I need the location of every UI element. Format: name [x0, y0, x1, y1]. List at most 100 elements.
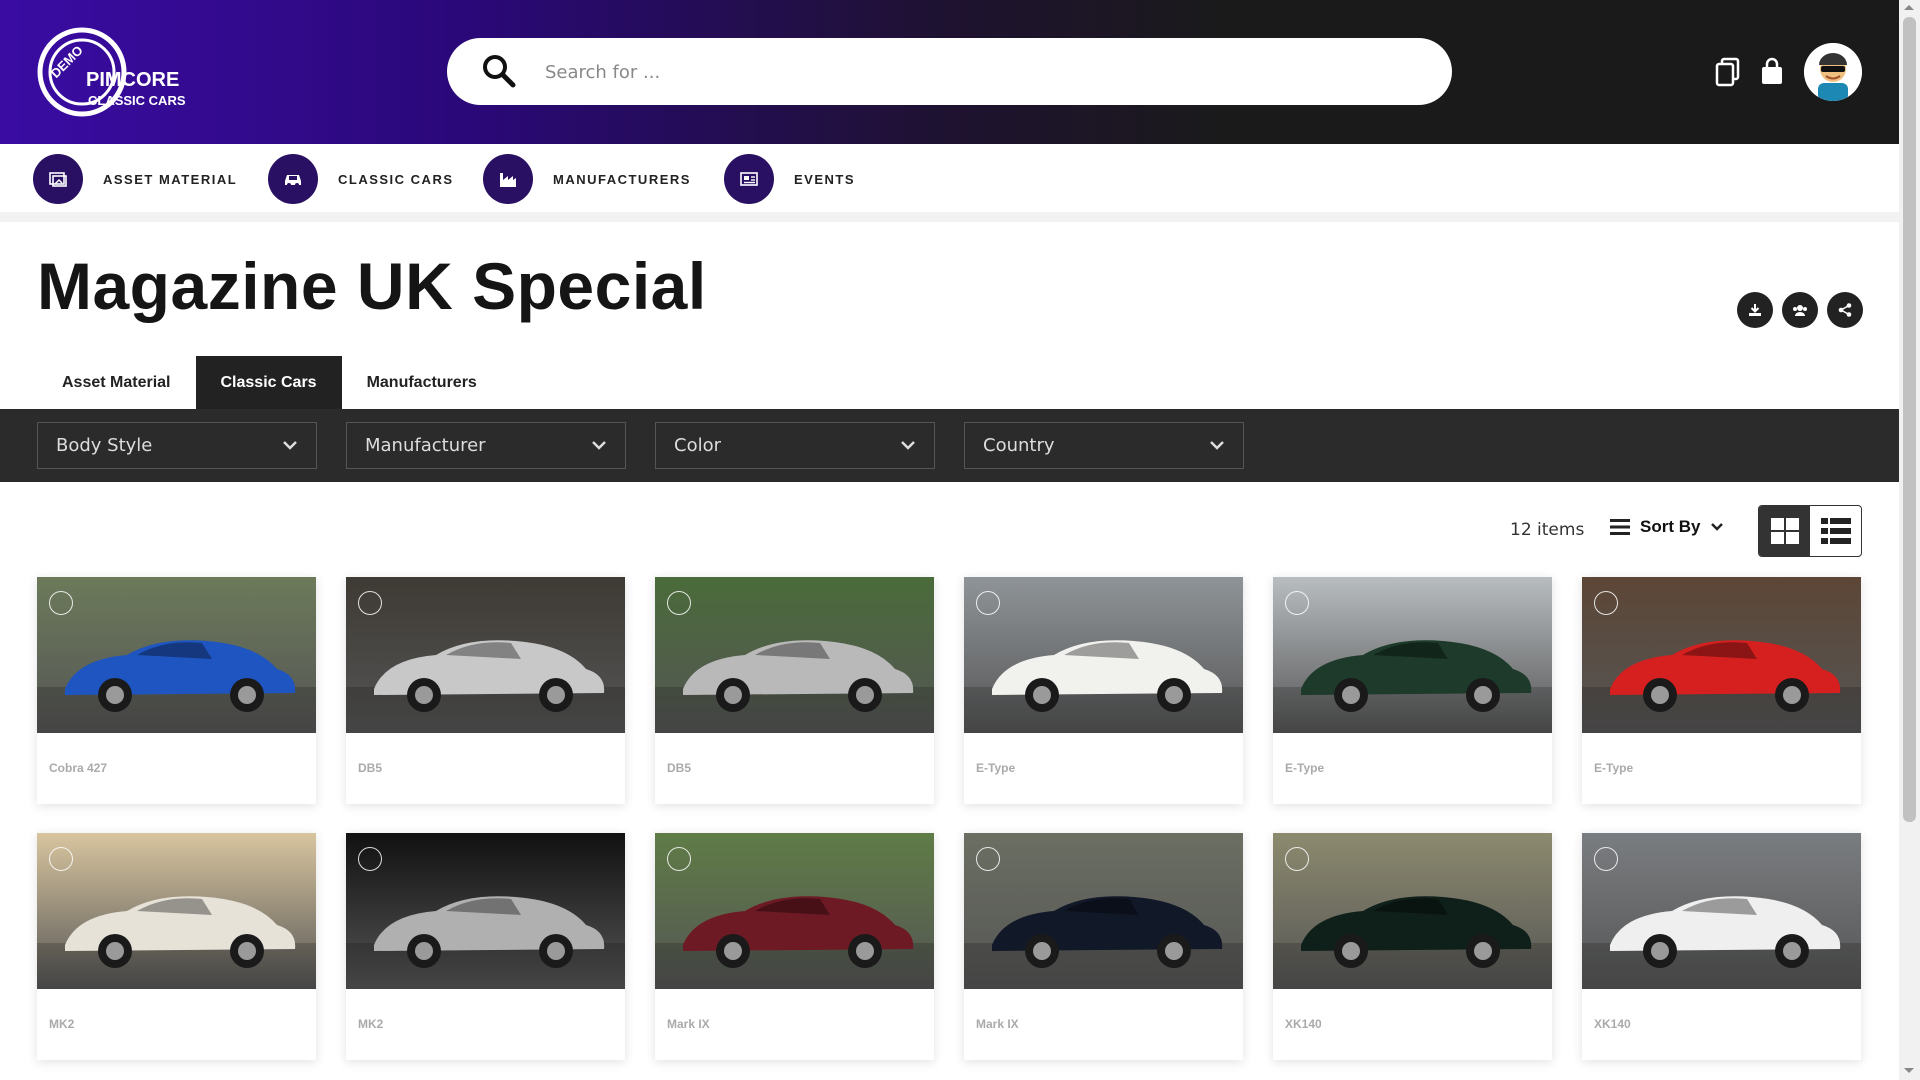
item-count: 12 items	[1510, 520, 1585, 540]
group-button[interactable]	[1782, 292, 1818, 328]
card-caption: Mark IX	[667, 1017, 710, 1031]
shopping-bag-icon[interactable]	[1758, 57, 1786, 87]
product-card[interactable]: E-Type	[964, 577, 1243, 804]
filter-label: Body Style	[56, 435, 153, 456]
nav-label: MANUFACTURERS	[553, 171, 691, 187]
car-photo[interactable]	[37, 833, 316, 989]
chevron-down-icon	[283, 441, 297, 450]
filter-color[interactable]: Color	[655, 422, 935, 469]
card-caption: Cobra 427	[49, 761, 108, 775]
nav-asset-material[interactable]: ASSET MATERIAL	[33, 154, 237, 204]
product-card[interactable]: DB5	[655, 577, 934, 804]
car-photo[interactable]	[1582, 833, 1861, 989]
select-checkbox[interactable]	[49, 847, 73, 871]
search-input[interactable]	[545, 54, 1405, 90]
scroll-up-arrow[interactable]	[1904, 5, 1914, 10]
product-card[interactable]: E-Type	[1273, 577, 1552, 804]
main-navigation: ASSET MATERIAL CLASSIC CARS MANUFACTURER…	[0, 144, 1899, 212]
card-caption: XK140	[1285, 1017, 1322, 1031]
select-checkbox[interactable]	[358, 591, 382, 615]
download-button[interactable]	[1737, 292, 1773, 328]
content-tabs: Asset Material Classic Cars Manufacturer…	[37, 356, 502, 409]
select-checkbox[interactable]	[1594, 847, 1618, 871]
car-photo[interactable]	[655, 833, 934, 989]
select-checkbox[interactable]	[667, 591, 691, 615]
product-card[interactable]: MK2	[37, 833, 316, 1060]
card-caption: DB5	[667, 761, 692, 775]
card-caption: E-Type	[1594, 761, 1634, 775]
card-caption: XK140	[1594, 1017, 1631, 1031]
top-header: DEMO PIMCORE CLASSIC CARS	[0, 0, 1899, 144]
factory-icon	[483, 154, 533, 204]
nav-classic-cars[interactable]: CLASSIC CARS	[268, 154, 454, 204]
page-title: Magazine UK Special	[37, 249, 707, 323]
filter-country[interactable]: Country	[964, 422, 1244, 469]
car-photo[interactable]	[1273, 577, 1552, 733]
select-checkbox[interactable]	[976, 591, 1000, 615]
search-icon[interactable]	[482, 54, 516, 88]
product-card[interactable]: DB5	[346, 577, 625, 804]
logo-badge: DEMO	[48, 43, 86, 81]
image-gallery-icon	[33, 154, 83, 204]
select-checkbox[interactable]	[1285, 847, 1309, 871]
select-checkbox[interactable]	[667, 847, 691, 871]
car-photo[interactable]	[1582, 577, 1861, 733]
tab-classic-cars[interactable]: Classic Cars	[195, 356, 342, 409]
car-photo[interactable]	[1273, 833, 1552, 989]
select-checkbox[interactable]	[1594, 591, 1618, 615]
nav-events[interactable]: EVENTS	[724, 154, 855, 204]
select-checkbox[interactable]	[49, 591, 73, 615]
product-card[interactable]: Mark IX	[964, 833, 1243, 1060]
card-caption: MK2	[49, 1017, 75, 1031]
car-photo[interactable]	[655, 577, 934, 733]
filter-label: Country	[983, 435, 1055, 456]
news-icon	[724, 154, 774, 204]
car-photo[interactable]	[346, 833, 625, 989]
user-avatar[interactable]	[1804, 43, 1862, 101]
product-card[interactable]: XK140	[1273, 833, 1552, 1060]
select-checkbox[interactable]	[358, 847, 382, 871]
scrollbar[interactable]	[1899, 0, 1920, 1080]
pimcore-logo[interactable]: DEMO PIMCORE CLASSIC CARS	[36, 26, 201, 118]
car-photo[interactable]	[964, 577, 1243, 733]
car-photo[interactable]	[964, 833, 1243, 989]
chevron-down-icon	[1711, 523, 1724, 531]
divider	[0, 212, 1899, 222]
select-checkbox[interactable]	[976, 847, 1000, 871]
product-card[interactable]: Cobra 427	[37, 577, 316, 804]
car-photo[interactable]	[37, 577, 316, 733]
nav-label: ASSET MATERIAL	[103, 171, 238, 187]
tab-asset-material[interactable]: Asset Material	[37, 356, 196, 409]
view-toggle	[1758, 505, 1862, 557]
download-icon	[1749, 304, 1761, 316]
scrollbar-thumb[interactable]	[1903, 17, 1916, 822]
filter-body-style[interactable]: Body Style	[37, 422, 317, 469]
car-icon	[268, 154, 318, 204]
nav-manufacturers[interactable]: MANUFACTURERS	[483, 154, 691, 204]
share-icon	[1838, 303, 1852, 317]
select-checkbox[interactable]	[1285, 591, 1309, 615]
chevron-down-icon	[901, 441, 915, 450]
share-button[interactable]	[1827, 292, 1863, 328]
tab-manufacturers[interactable]: Manufacturers	[342, 356, 502, 409]
grid-icon	[1770, 518, 1799, 544]
card-caption: E-Type	[1285, 761, 1325, 775]
list-icon	[1820, 518, 1851, 544]
grid-view-button[interactable]	[1759, 506, 1810, 556]
scroll-down-arrow[interactable]	[1904, 1068, 1914, 1073]
filter-bar: Body Style Manufacturer Color Country	[0, 409, 1899, 482]
product-card[interactable]: MK2	[346, 833, 625, 1060]
sort-by-label: Sort By	[1640, 517, 1701, 536]
list-view-button[interactable]	[1810, 506, 1861, 556]
sort-by-dropdown[interactable]: Sort By	[1610, 517, 1724, 537]
product-card[interactable]: E-Type	[1582, 577, 1861, 804]
product-card[interactable]: XK140	[1582, 833, 1861, 1060]
nav-label: EVENTS	[794, 171, 856, 187]
car-photo[interactable]	[346, 577, 625, 733]
chevron-down-icon	[1210, 441, 1224, 450]
chevron-down-icon	[592, 441, 606, 450]
copy-icon[interactable]	[1714, 57, 1742, 87]
filter-manufacturer[interactable]: Manufacturer	[346, 422, 626, 469]
filter-label: Color	[674, 435, 721, 456]
product-card[interactable]: Mark IX	[655, 833, 934, 1060]
